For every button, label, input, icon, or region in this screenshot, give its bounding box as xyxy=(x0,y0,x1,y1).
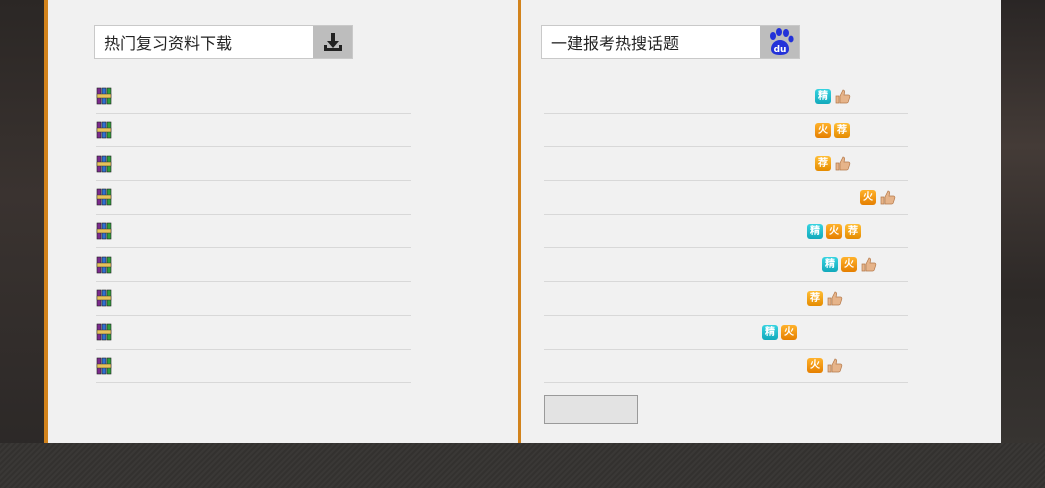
hot-topic-item[interactable]: 火荐 xyxy=(544,114,908,148)
download-search-input[interactable] xyxy=(95,26,313,58)
thumbs-up-icon xyxy=(835,89,851,104)
thumbs-up-icon xyxy=(827,291,843,306)
topic-badges: 精 xyxy=(815,80,851,113)
thumbs-up-icon xyxy=(861,257,877,272)
topic-badges: 火 xyxy=(807,350,843,383)
download-item[interactable] xyxy=(96,114,411,148)
huo-badge: 火 xyxy=(815,122,831,138)
jing-badge: 精 xyxy=(822,257,838,273)
jing-badge: 精 xyxy=(815,88,831,104)
download-item[interactable] xyxy=(96,181,411,215)
download-item[interactable] xyxy=(96,350,411,384)
download-item[interactable] xyxy=(96,248,411,283)
hot-topics-list: 精火荐荐火精火荐精火荐精火火 xyxy=(544,80,908,384)
baidu-search-button[interactable]: du xyxy=(760,26,799,58)
rar-archive-icon xyxy=(96,357,112,375)
content-panel: du 精火荐荐火精火荐精火荐精火火 xyxy=(44,0,1001,443)
huo-badge: 火 xyxy=(860,189,876,205)
background-left xyxy=(0,0,44,488)
download-search-box xyxy=(94,25,353,59)
thumbs-up-icon xyxy=(835,156,851,171)
hot-topic-item[interactable]: 荐 xyxy=(544,282,908,316)
huo-badge: 火 xyxy=(841,257,857,273)
topic-badges: 荐 xyxy=(807,282,843,315)
hot-topic-item[interactable]: 火 xyxy=(544,350,908,384)
jian-badge: 荐 xyxy=(834,122,850,138)
thumbs-up-icon xyxy=(880,190,896,205)
huo-badge: 火 xyxy=(826,223,842,239)
rar-archive-icon xyxy=(96,323,112,341)
hot-topic-item[interactable]: 精 xyxy=(544,80,908,114)
column-divider xyxy=(518,0,521,443)
jing-badge: 精 xyxy=(762,324,778,340)
download-item[interactable] xyxy=(96,316,411,350)
download-button[interactable] xyxy=(313,26,352,58)
rar-archive-icon xyxy=(96,290,112,307)
rar-archive-icon xyxy=(96,121,112,139)
baidu-paw-icon: du xyxy=(769,28,794,55)
thumbs-up-icon xyxy=(827,358,843,373)
huo-badge: 火 xyxy=(807,358,823,374)
rar-archive-icon xyxy=(96,155,112,173)
topic-badges: 精火荐 xyxy=(807,215,861,248)
topic-badges: 精火 xyxy=(762,316,797,349)
rar-archive-icon xyxy=(96,88,112,105)
more-button[interactable] xyxy=(544,395,638,424)
rar-archive-icon xyxy=(96,256,112,274)
jing-badge: 精 xyxy=(807,223,823,239)
rar-archive-icon xyxy=(96,189,112,206)
svg-text:du: du xyxy=(773,45,786,55)
jian-badge: 荐 xyxy=(845,223,861,239)
huo-badge: 火 xyxy=(781,324,797,340)
topic-badges: 火荐 xyxy=(815,114,850,147)
background-bottom xyxy=(0,443,1045,488)
topic-badges: 精火 xyxy=(822,248,877,281)
download-item[interactable] xyxy=(96,282,411,316)
download-item[interactable] xyxy=(96,215,411,249)
topic-badges: 荐 xyxy=(815,147,851,180)
background-right xyxy=(1001,0,1045,488)
download-list xyxy=(96,80,411,384)
download-icon xyxy=(323,33,342,51)
download-item[interactable] xyxy=(96,80,411,114)
hot-topic-item[interactable]: 火 xyxy=(544,181,908,215)
download-item[interactable] xyxy=(96,147,411,182)
rar-archive-icon xyxy=(96,222,112,240)
hot-topic-item[interactable]: 精火荐 xyxy=(544,215,908,249)
topic-search-box: du xyxy=(541,25,800,59)
topic-badges: 火 xyxy=(860,181,896,214)
hot-topic-item[interactable]: 精火 xyxy=(544,316,908,350)
hot-topic-item[interactable]: 精火 xyxy=(544,248,908,283)
jian-badge: 荐 xyxy=(807,290,823,306)
hot-topic-item[interactable]: 荐 xyxy=(544,147,908,182)
jian-badge: 荐 xyxy=(815,156,831,172)
topic-search-input[interactable] xyxy=(542,26,760,58)
